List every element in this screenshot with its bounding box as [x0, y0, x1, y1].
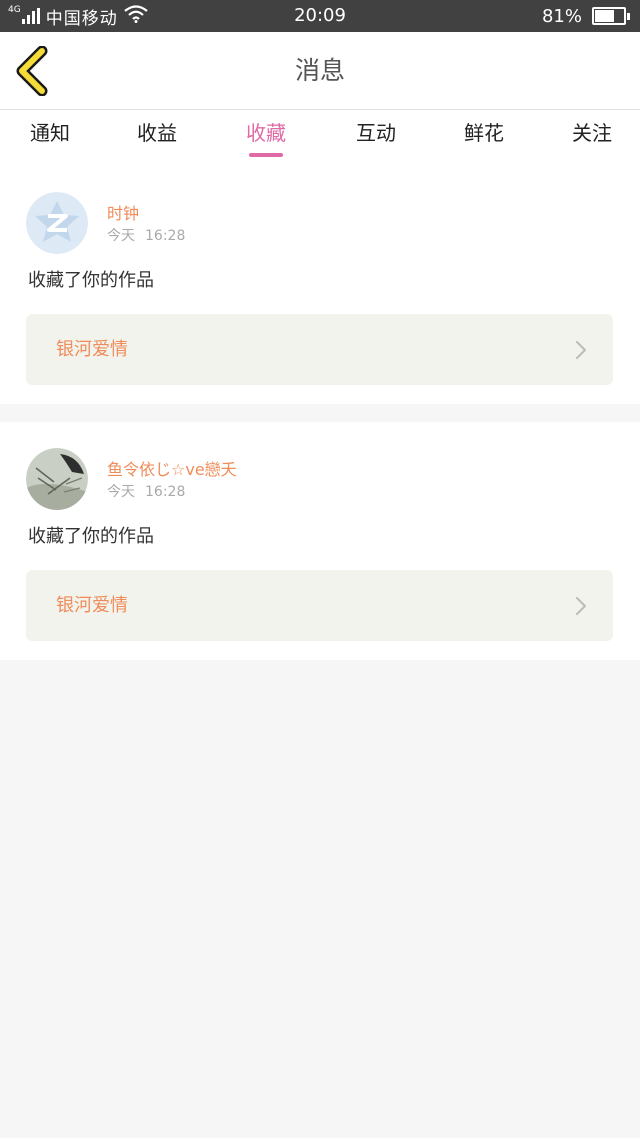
tab-label: 通知 [30, 121, 70, 145]
tab-notifications[interactable]: 通知 [0, 110, 100, 166]
nav-bar: 消息 [0, 32, 640, 110]
status-right: 81% [542, 0, 630, 32]
page-title: 消息 [294, 56, 345, 85]
tab-following[interactable]: 关注 [542, 110, 640, 166]
timestamp: 今天 16:28 [107, 481, 185, 501]
avatar[interactable] [26, 448, 88, 510]
chevron-right-icon [575, 340, 587, 360]
username[interactable]: 时钟 [107, 200, 139, 224]
avatar[interactable] [26, 192, 88, 254]
message-card: 时钟 今天 16:28 收藏了你的作品 银河爱情 [0, 166, 640, 404]
photo-avatar [26, 448, 88, 510]
timestamp-time: 16:28 [145, 228, 186, 244]
timestamp-day: 今天 [107, 228, 135, 244]
tab-bar: 通知 收益 收藏 互动 鲜花 关注 [0, 110, 640, 166]
battery-percent: 81% [541, 5, 582, 27]
tab-label: 鲜花 [464, 121, 504, 145]
chevron-right-icon [575, 596, 587, 616]
tab-interactions[interactable]: 互动 [326, 110, 426, 166]
action-text: 收藏了你的作品 [28, 526, 154, 547]
tab-flowers[interactable]: 鲜花 [434, 110, 534, 166]
action-text: 收藏了你的作品 [28, 270, 154, 291]
tab-label: 互动 [356, 121, 396, 145]
work-link[interactable]: 银河爱情 [26, 570, 613, 641]
work-link[interactable]: 银河爱情 [26, 314, 613, 385]
tab-label: 收藏 [246, 121, 286, 145]
active-tab-indicator [249, 153, 283, 157]
tab-label: 收益 [137, 121, 177, 145]
username[interactable]: 鱼令依じ☆ve戀夭 [107, 456, 237, 480]
work-title: 银河爱情 [56, 595, 128, 616]
status-bar: 4G 中国移动 20:09 81% [0, 0, 640, 32]
battery-icon [592, 7, 626, 25]
timestamp-day: 今天 [107, 484, 135, 500]
message-card: 鱼令依じ☆ve戀夭 今天 16:28 收藏了你的作品 银河爱情 [0, 422, 640, 660]
tab-label: 关注 [572, 121, 612, 145]
default-avatar-icon [26, 192, 88, 254]
timestamp-time: 16:28 [145, 484, 186, 500]
tab-earnings[interactable]: 收益 [107, 110, 207, 166]
work-title: 银河爱情 [56, 339, 128, 360]
timestamp: 今天 16:28 [107, 225, 185, 245]
tab-favorites[interactable]: 收藏 [216, 110, 316, 166]
